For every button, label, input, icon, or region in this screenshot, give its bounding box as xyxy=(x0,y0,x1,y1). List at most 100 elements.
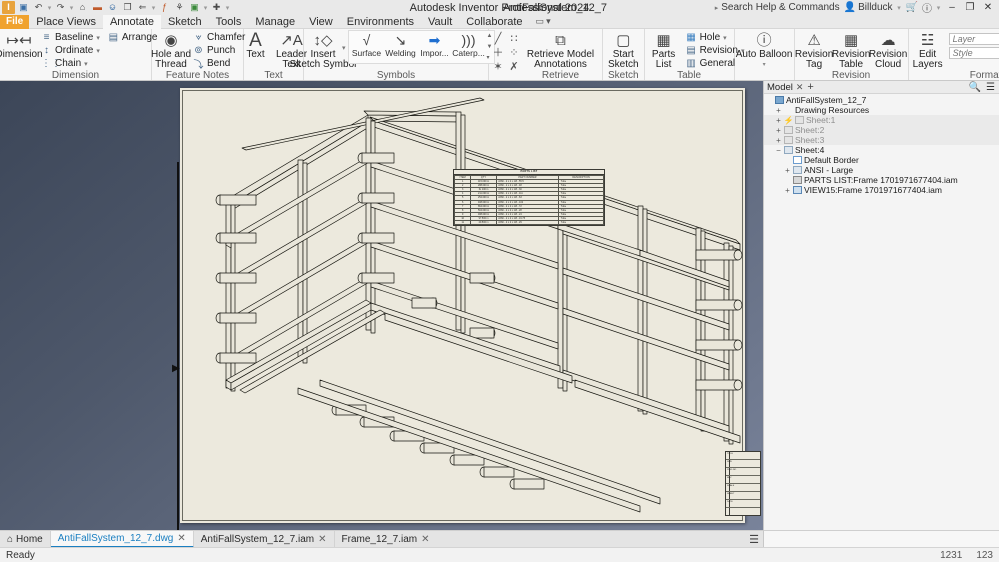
drawing-canvas[interactable]: ▶ PARTS LIST ITEM QTY PART NUMBER DESCRI… xyxy=(0,81,763,530)
close-button[interactable]: ✕ xyxy=(981,2,995,13)
retrieve-model-annotations-button[interactable]: ⧉ Retrieve Model Annotations xyxy=(521,30,600,70)
redo-icon[interactable]: ↷ xyxy=(54,1,67,14)
undo-icon[interactable]: ↶ xyxy=(32,1,45,14)
expand-icon[interactable]: + xyxy=(784,166,791,174)
materials-icon[interactable]: ƒ xyxy=(158,1,171,14)
tree-node-parts-list-frame-1701971677404-iam[interactable]: PARTS LIST:Frame 1701971677404.iam xyxy=(764,175,999,185)
insert-sketch-symbol-caret-icon[interactable]: ▾ xyxy=(342,30,346,52)
plus-symbol-icon[interactable]: ＋ xyxy=(491,45,505,59)
hole-and-thread-button[interactable]: ◉ Hole and Thread xyxy=(151,30,191,70)
surface-texture-button[interactable]: √ Surface xyxy=(350,32,384,58)
chain-button[interactable]: ⋮⋮ Chain ▾ xyxy=(38,57,103,70)
ribbon-tab-environments[interactable]: Environments xyxy=(340,15,421,29)
frame-isometric-view[interactable] xyxy=(180,88,745,523)
redo-dropdown-caret[interactable]: ▾ xyxy=(69,4,74,12)
ribbon-tab-vault[interactable]: Vault xyxy=(421,15,459,29)
file-menu-button[interactable]: File xyxy=(0,14,30,29)
document-tab-iam-frame[interactable]: Frame_12_7.iam ✕ xyxy=(335,531,437,548)
search-icon[interactable]: 🔍 xyxy=(969,82,981,93)
baseline-caret-icon[interactable]: ▾ xyxy=(96,34,100,42)
insert-sketch-symbol-button[interactable]: ↕◇ Insert Sketch Symbol xyxy=(290,30,357,70)
tree-node-view15-frame-1701971677404-iam[interactable]: + VIEW15:Frame 1701971677404.iam xyxy=(764,185,999,195)
dimension-button[interactable]: ↦↤ Dimension xyxy=(0,30,43,60)
hole-table-caret-icon[interactable]: ▾ xyxy=(723,34,727,42)
tree-node-antifallsystem-12-7[interactable]: AntiFallSystem_12_7 xyxy=(764,95,999,105)
print-icon[interactable]: ⎉ xyxy=(106,1,119,14)
edit-layers-button[interactable]: ☳ Edit Layers xyxy=(911,30,945,70)
line-symbol-icon[interactable]: ╱ xyxy=(491,31,505,45)
caterpillar-button[interactable]: ))) Caterp... xyxy=(452,32,486,58)
help-caret-icon[interactable]: ▾ xyxy=(936,4,941,12)
welding-button[interactable]: ↘ Welding xyxy=(384,32,418,58)
search-help-box[interactable]: ▸ Search Help & Commands xyxy=(715,2,840,13)
ribbon-overflow-button[interactable]: ▭ ▾ xyxy=(530,16,557,27)
tree-node-sheet-2[interactable]: + Sheet:2 xyxy=(764,125,999,135)
revision-cloud-button[interactable]: ☁ Revision Cloud xyxy=(869,30,907,70)
close-icon[interactable]: ✕ xyxy=(421,534,429,545)
inventor-app-icon[interactable]: I xyxy=(2,1,15,14)
project-dropdown-caret[interactable]: ▾ xyxy=(203,4,208,12)
expand-icon[interactable]: + xyxy=(775,136,782,144)
update-icon[interactable]: ⇐ xyxy=(136,1,149,14)
ribbon-tab-collaborate[interactable]: Collaborate xyxy=(459,15,529,29)
project-icon[interactable]: ▣ xyxy=(188,1,201,14)
hamburger-menu-icon[interactable]: ☰ xyxy=(986,82,995,93)
restore-button[interactable]: ❐ xyxy=(963,2,977,13)
parts-list-table[interactable]: PARTS LIST ITEM QTY PART NUMBER DESCRIPT… xyxy=(453,169,605,227)
undo-dropdown-caret[interactable]: ▾ xyxy=(47,4,52,12)
ordinate-caret-icon[interactable]: ▾ xyxy=(96,47,100,55)
document-tab-iam-antifall[interactable]: AntiFallSystem_12_7.iam ✕ xyxy=(194,530,335,548)
save-icon[interactable]: ▣ xyxy=(17,1,30,14)
update-dropdown-caret[interactable]: ▾ xyxy=(151,4,156,12)
import-symbol-button[interactable]: ➡ Impor... xyxy=(418,32,452,58)
expand-icon[interactable]: + xyxy=(775,116,782,124)
tree-node-sheet-1[interactable]: + ⚡ Sheet:1 xyxy=(764,115,999,125)
tree-node-ansi-large[interactable]: + ANSI - Large xyxy=(764,165,999,175)
document-tab-dwg[interactable]: AntiFallSystem_12_7.dwg ✕ xyxy=(50,530,194,548)
parts-list-button[interactable]: ▦ Parts List xyxy=(647,30,681,70)
minimize-button[interactable]: – xyxy=(945,2,959,13)
tree-node-default-border[interactable]: Default Border xyxy=(764,155,999,165)
drawing-sheet[interactable]: ◉ ✋ ⚲ ⬚ ▣ PARTS LIST ITEM QTY PART NUMBE… xyxy=(180,88,761,523)
qat-overflow-caret[interactable]: ▾ xyxy=(225,4,230,12)
star-symbol-icon[interactable]: ✶ xyxy=(491,59,505,73)
auto-balloon-caret-icon[interactable]: ▾ xyxy=(763,60,766,70)
tree-node-drawing-resources[interactable]: + Drawing Resources xyxy=(764,105,999,115)
ribbon-tab-view[interactable]: View xyxy=(302,15,340,29)
cart-icon[interactable]: 🛒 xyxy=(906,2,918,13)
browser-add-tab-button[interactable]: + xyxy=(807,81,813,93)
revision-table-big-button[interactable]: ▦ Revision Table xyxy=(832,30,870,70)
collapse-icon[interactable]: − xyxy=(775,146,782,154)
document-tabs-overflow-icon[interactable]: ☰ xyxy=(749,533,759,546)
expand-icon[interactable]: + xyxy=(775,106,782,114)
close-icon[interactable]: ✕ xyxy=(318,534,326,545)
baseline-button[interactable]: ≡ Baseline ▾ xyxy=(38,31,103,44)
ribbon-tab-place-views[interactable]: Place Views xyxy=(29,15,103,29)
ribbon-tab-tools[interactable]: Tools xyxy=(209,15,249,29)
appearance-icon[interactable]: ⚘ xyxy=(173,1,186,14)
table-row[interactable]: 11 29.500 in ANSI - 2 x 2 x 1/8 - 29 Tube xyxy=(453,220,604,226)
home-tab[interactable]: ⌂ Home xyxy=(0,530,51,548)
browser-tab-model[interactable]: Model ✕ xyxy=(767,82,803,93)
style-select[interactable]: Style ▼ xyxy=(948,47,999,59)
tree-node-sheet-4[interactable]: − Sheet:4 xyxy=(764,145,999,155)
home-icon[interactable]: ⌂ xyxy=(76,1,89,14)
start-sketch-button[interactable]: ▢ Start Sketch xyxy=(605,30,642,70)
title-block[interactable]: TITLE SIZE DWG NO REV SCALE SHEET DATE xyxy=(725,451,761,516)
close-icon[interactable]: ✕ xyxy=(177,533,185,544)
text-button[interactable]: A Text xyxy=(239,30,273,60)
account-caret-icon[interactable]: ▾ xyxy=(897,4,902,12)
ribbon-tab-annotate[interactable]: Annotate xyxy=(102,14,161,29)
ribbon-tab-sketch[interactable]: Sketch xyxy=(161,15,209,29)
user-account[interactable]: 👤 Billduck xyxy=(844,2,893,13)
search-input[interactable]: Search Help & Commands xyxy=(721,2,839,13)
model-browser-tree[interactable]: AntiFallSystem_12_7 + Drawing Resources + ⚡ S… xyxy=(764,94,999,195)
layer-select[interactable]: Layer ▼ xyxy=(948,33,999,45)
chain-caret-icon[interactable]: ▾ xyxy=(84,60,88,68)
select-icon[interactable]: ▬ xyxy=(91,1,104,14)
ribbon-tab-manage[interactable]: Manage xyxy=(248,15,302,29)
expand-icon[interactable]: + xyxy=(784,186,791,194)
ordinate-button[interactable]: ↕ Ordinate ▾ xyxy=(38,44,103,57)
expand-icon[interactable]: + xyxy=(775,126,782,134)
browser-tab-close-icon[interactable]: ✕ xyxy=(796,82,804,93)
